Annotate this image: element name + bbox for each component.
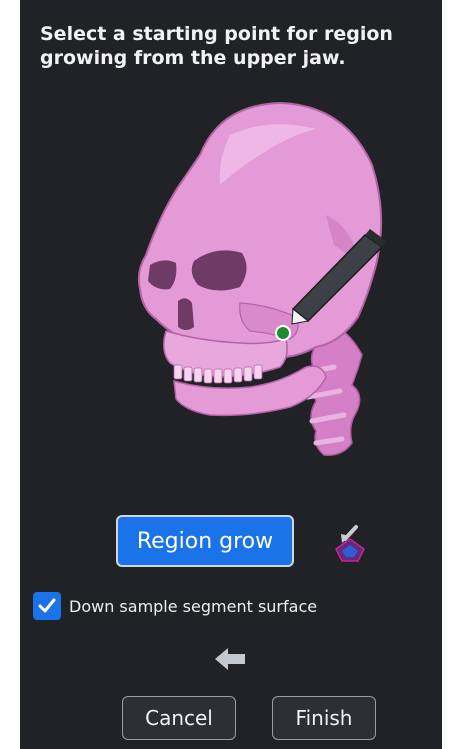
region-grow-button[interactable]: Region grow — [116, 515, 294, 567]
finish-label: Finish — [295, 706, 353, 730]
region-grow-label: Region grow — [136, 528, 274, 554]
down-sample-checkbox[interactable] — [33, 592, 61, 620]
checkmark-icon — [38, 598, 56, 613]
seed-point-icon[interactable] — [328, 519, 372, 565]
nasal-cavity — [178, 298, 194, 330]
3d-viewport[interactable] — [90, 95, 400, 475]
seed-point-marker[interactable] — [275, 325, 291, 341]
instruction-text: Select a starting point for region growi… — [40, 23, 393, 69]
cancel-button[interactable]: Cancel — [122, 696, 236, 740]
region-grow-panel: Select a starting point for region growi… — [20, 0, 442, 749]
down-sample-label: Down sample segment surface — [69, 596, 318, 616]
finish-button[interactable]: Finish — [272, 696, 376, 740]
down-sample-option[interactable]: Down sample segment surface — [33, 592, 317, 620]
cancel-label: Cancel — [145, 706, 213, 730]
back-arrow-icon[interactable] — [213, 646, 247, 672]
